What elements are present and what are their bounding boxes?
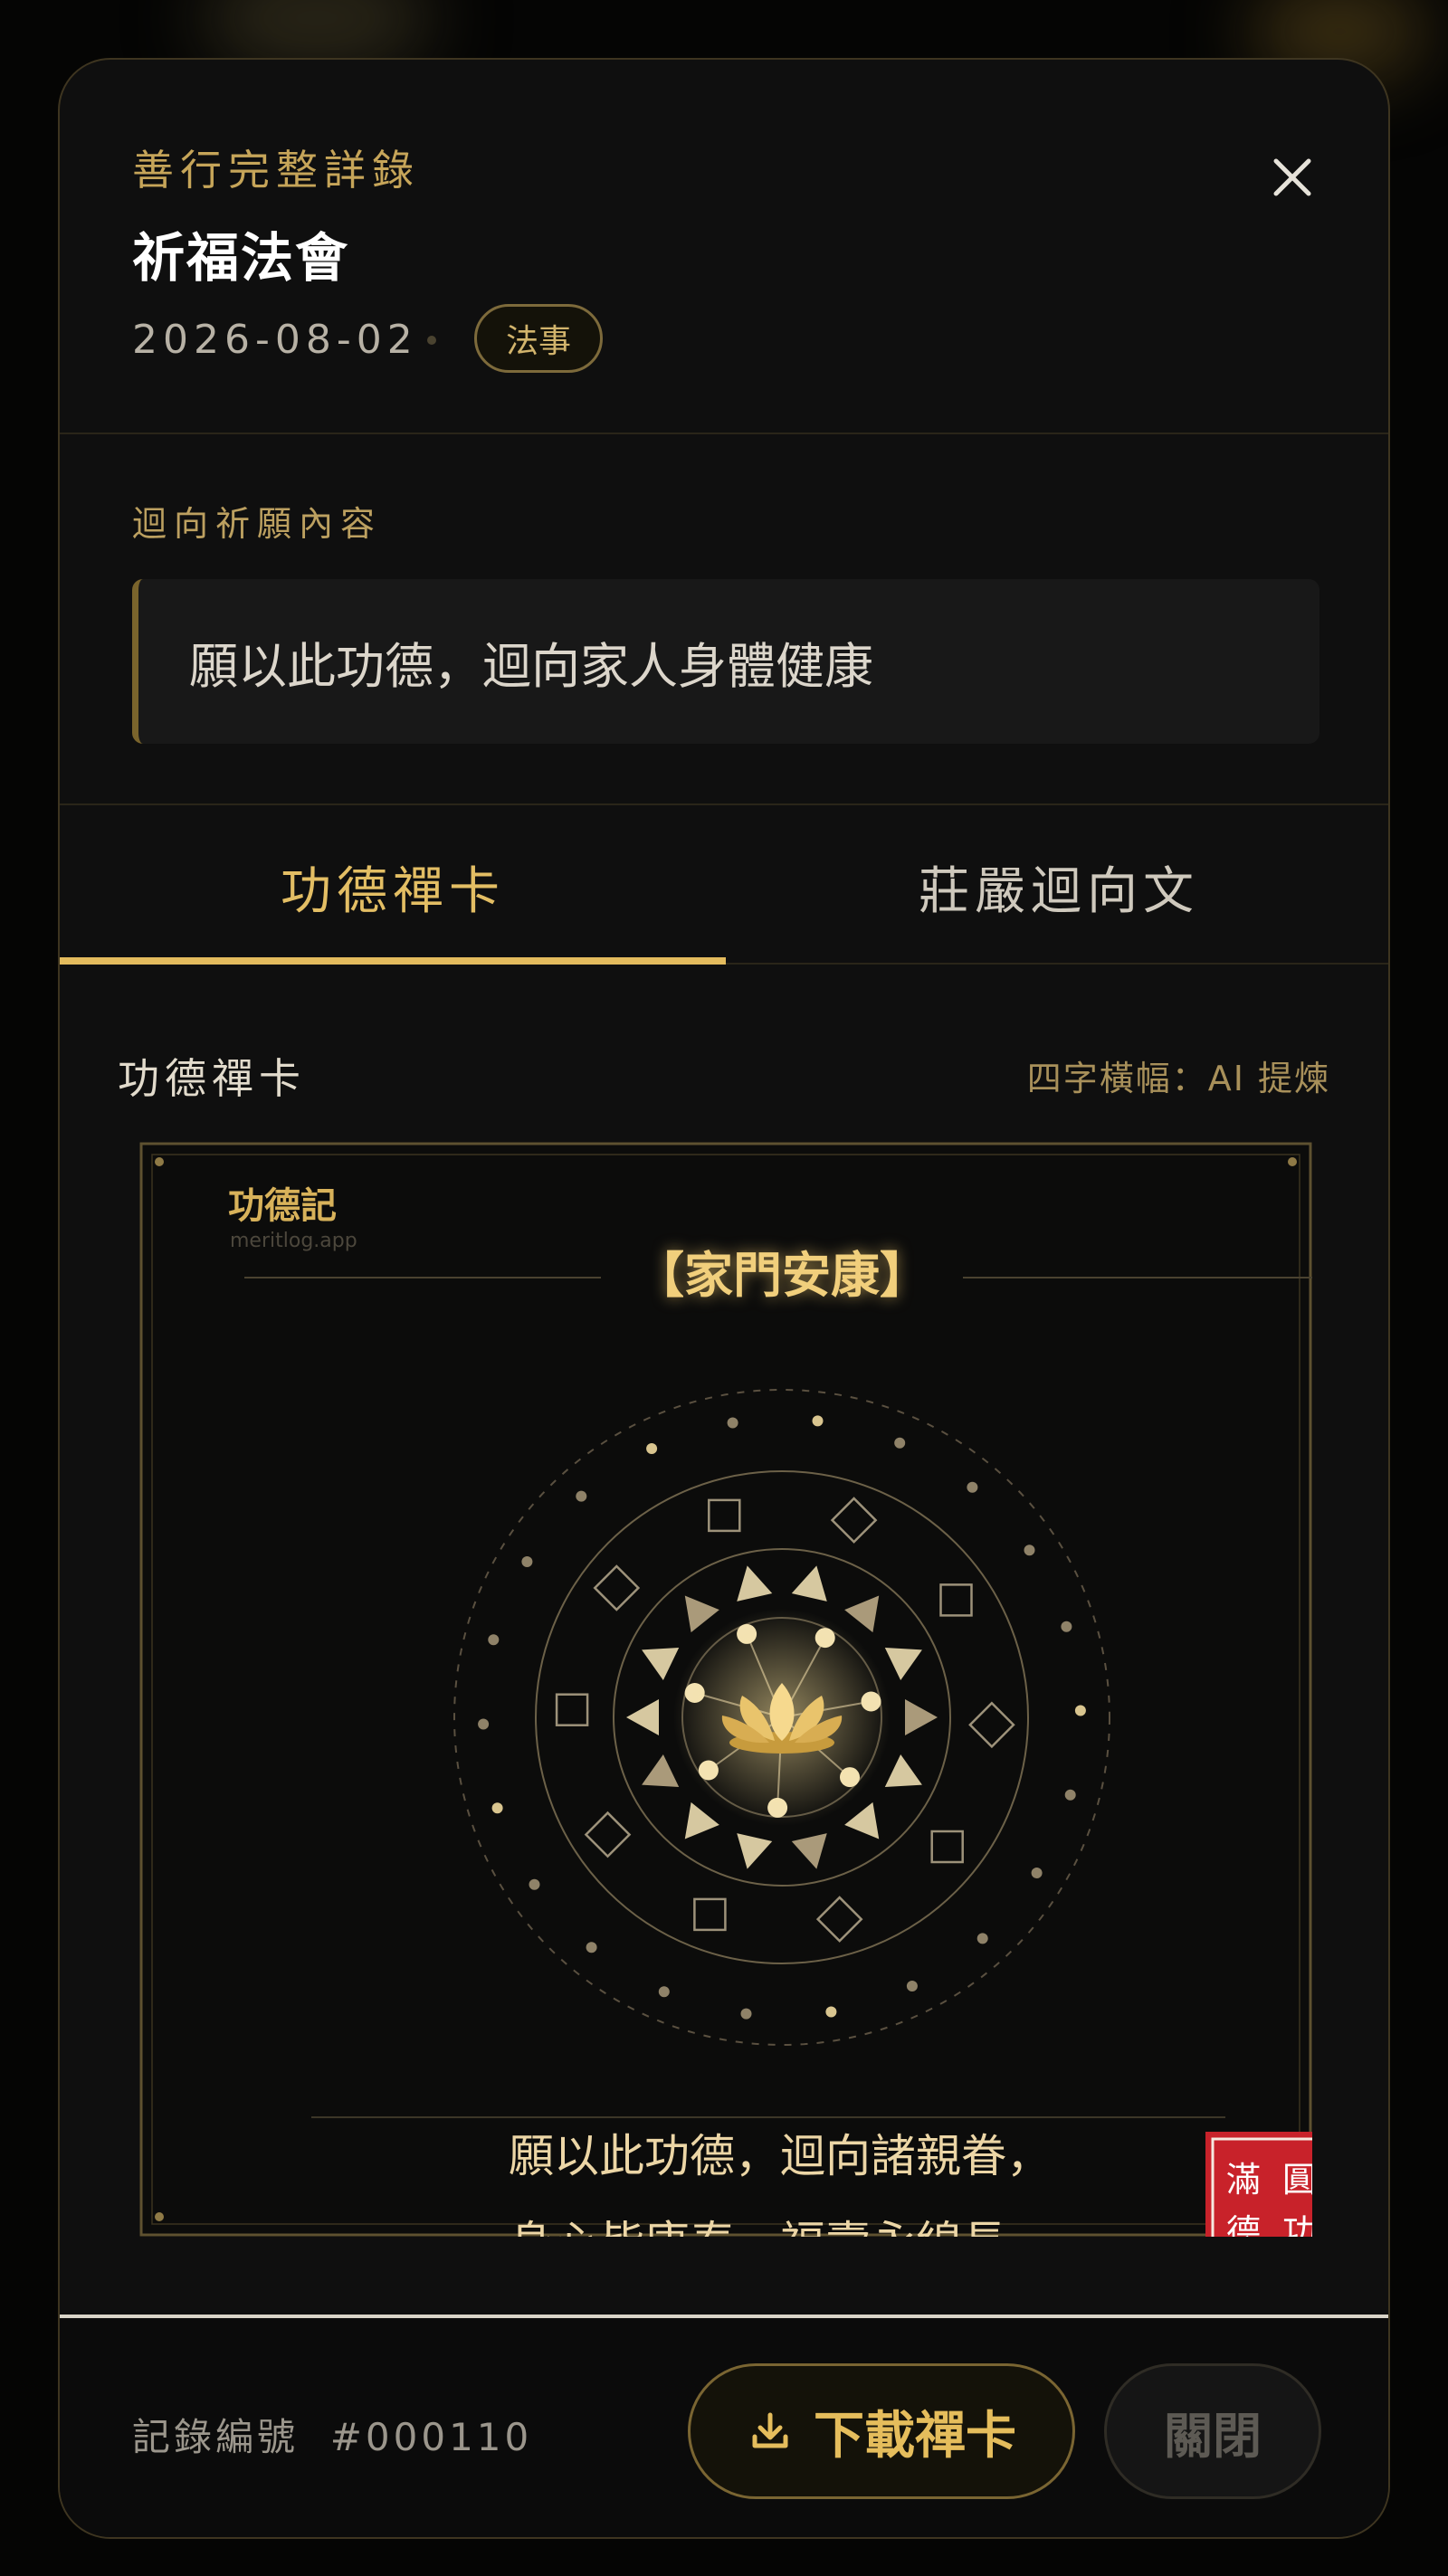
mandala-dot [529,1878,540,1890]
mandala-dot [491,1802,503,1814]
mandala-dot [1064,1789,1076,1801]
record-value: #000110 [329,2415,533,2459]
modal-kicker: 善行完整詳錄 [132,146,420,195]
card-banner: 【家門安康】 [635,1246,929,1304]
download-icon [752,2412,788,2448]
close-modal-button[interactable]: 關閉 [1104,2363,1321,2499]
mandala-dot [906,1981,918,1991]
mandala-dot [976,1933,988,1944]
mandala-dot [658,1986,670,1998]
mandala-dot [1074,1705,1086,1716]
page-title: 祈福法會 [132,227,350,289]
tab-bar: 功德禪卡 莊嚴迴向文 [60,805,1388,968]
merit-zen-card: 功德記 meritlog.app 【家門安康】 願以此功德，迴向諸親眷， 滿 德 [139,1142,1338,2269]
mandala-dot [576,1490,587,1502]
mandala-dot [740,2008,752,2020]
card-section-heading: 功德禪卡 [118,1054,306,1103]
mandala-dot [1031,1868,1043,1878]
dedication-text: 願以此功德，迴向家人身體健康 [132,579,1319,744]
dedication-label: 迴向祈願內容 [132,504,383,544]
seal-char: 滿 [1226,2160,1261,2200]
verse-line-1: 願以此功德，迴向諸親眷， [509,2130,1052,2182]
active-tab-indicator [60,957,726,965]
seal-stamp: 滿 圓 德 功 [1205,2132,1338,2264]
zen-card-artwork: 功德記 meritlog.app 【家門安康】 願以此功德，迴向諸親眷， 滿 德 [139,1142,1338,2269]
seal-char: 功 [1282,2212,1312,2237]
card-section-hint: 四字橫幅：AI 提煉 [1026,1059,1330,1098]
mandala-dot [894,1437,906,1449]
mandala-dot [646,1443,658,1454]
close-icon [1273,158,1311,196]
mandala-dot [1061,1621,1072,1632]
mandala-dot [521,1556,533,1567]
seal-char: 德 [1226,2212,1261,2237]
verse-line-2: 身心皆康泰，福壽永綿長。 [509,2217,1052,2237]
card-brand: 功德記 [228,1184,337,1227]
tab-merit-card[interactable]: 功德禪卡 [60,805,726,968]
category-badge: 法事 [474,304,603,373]
merit-detail-modal: 善行完整詳錄 祈福法會 2026-08-02 法事 迴向祈願內容 願以此功德，迴… [58,58,1390,2539]
separator-dot [427,336,436,345]
download-label: 下載禪卡 [814,2406,1016,2466]
mandala-dot [967,1481,978,1493]
mandala-dot [812,1415,824,1427]
mandala-dot [1024,1545,1035,1556]
seal-char: 圓 [1282,2160,1312,2200]
mandala-dot [825,2006,837,2018]
tab-dedication-text[interactable]: 莊嚴迴向文 [726,805,1388,968]
mandala-dot [727,1417,738,1429]
event-date: 2026-08-02 [132,317,418,363]
card-brand-url: meritlog.app [230,1230,357,1252]
mandala-dot [586,1942,597,1953]
download-card-button[interactable]: 下載禪卡 [688,2363,1075,2499]
record-number: 記錄編號 #000110 [132,2407,532,2462]
close-button[interactable] [1254,139,1330,215]
header-divider [60,433,1388,434]
mandala-dot [478,1718,490,1730]
mandala-dot [488,1634,500,1646]
record-label: 記錄編號 [132,2415,300,2459]
